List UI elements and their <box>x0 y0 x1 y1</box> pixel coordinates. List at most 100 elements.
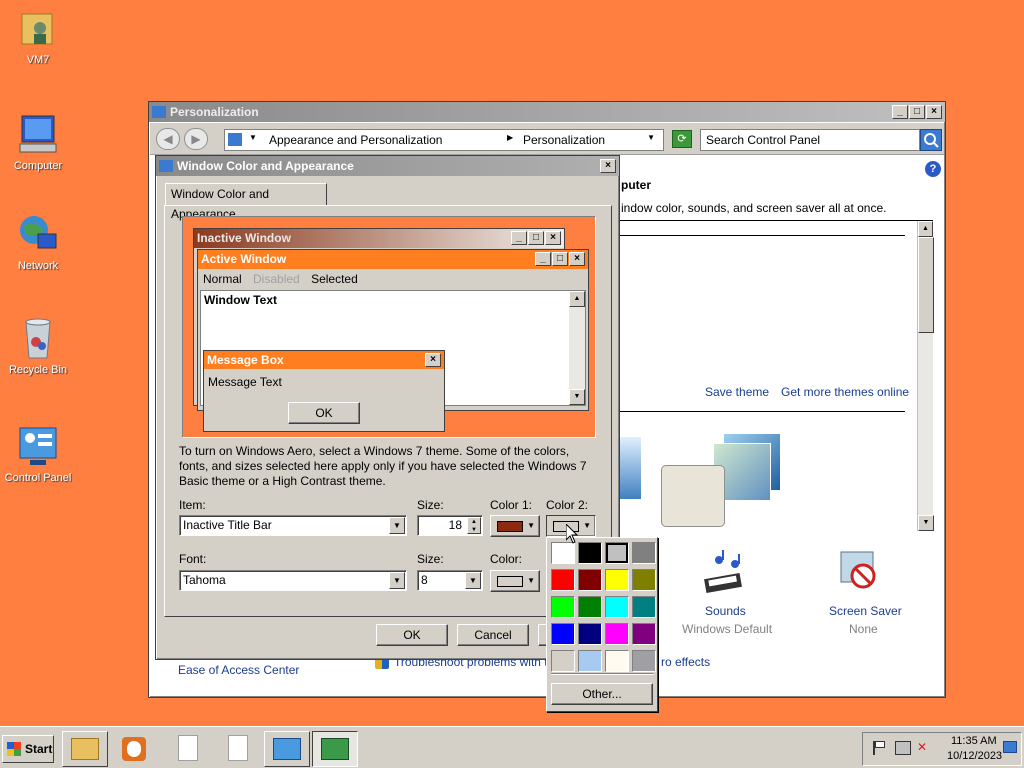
taskbar-media-player[interactable] <box>118 733 150 765</box>
refresh-button[interactable]: ⟳ <box>672 130 692 148</box>
scroll-up-button[interactable]: ▲ <box>918 221 933 237</box>
preview-inactive-titlebar: Inactive Window _ □ × <box>194 229 564 248</box>
screen-saver-icon[interactable] <box>837 550 881 594</box>
address-dropdown-icon[interactable]: ▼ <box>647 133 655 142</box>
dialog-titlebar[interactable]: Window Color and Appearance × <box>156 156 619 176</box>
theme-thumbnail-partial[interactable] <box>619 437 641 499</box>
desktop-icon-network[interactable]: Network <box>2 212 74 272</box>
address-bar[interactable]: ▼ Appearance and Personalization ▶ Perso… <box>224 129 664 151</box>
theme-list-scrollbar[interactable]: ▲ ▼ <box>917 221 934 531</box>
show-desktop-icon[interactable] <box>1003 741 1017 753</box>
ok-button[interactable]: OK <box>376 624 448 646</box>
color-swatch[interactable] <box>578 542 602 564</box>
network-tray-icon[interactable] <box>895 741 911 755</box>
recycle-bin-icon <box>16 316 60 360</box>
search-button[interactable] <box>920 129 942 151</box>
personalization-titlebar[interactable]: Personalization _ □ × <box>149 102 945 122</box>
forward-button[interactable]: ▶ <box>184 128 208 150</box>
preview-active-close: × <box>569 252 585 266</box>
other-colors-button[interactable]: Other... <box>551 683 653 705</box>
close-button[interactable]: × <box>926 105 942 119</box>
item-select[interactable]: Inactive Title Bar ▼ <box>179 515 407 536</box>
color-swatch[interactable] <box>632 569 656 591</box>
font-color-swatch <box>497 576 523 587</box>
color-swatch[interactable] <box>605 623 629 645</box>
color-swatch[interactable] <box>578 569 602 591</box>
maximize-button[interactable]: □ <box>909 105 925 119</box>
color-swatch[interactable] <box>551 596 575 618</box>
desktop-icon-recycle-bin[interactable]: Recycle Bin <box>2 316 74 376</box>
color-swatch[interactable] <box>551 623 575 645</box>
flag-icon[interactable] <box>873 741 887 755</box>
color-swatch[interactable] <box>632 650 656 672</box>
dialog-close-button[interactable]: × <box>600 159 616 173</box>
chevron-down-icon[interactable]: ▼ <box>389 517 405 534</box>
scroll-down-button[interactable]: ▼ <box>918 515 934 531</box>
font-size-select[interactable]: 8 ▼ <box>417 570 483 591</box>
chevron-down-icon: ▼ <box>527 521 535 530</box>
color1-button[interactable]: ▼ <box>490 515 540 537</box>
search-placeholder: Search Control Panel <box>706 133 821 147</box>
aero-effects-link-fragment[interactable]: ro effects <box>661 655 710 669</box>
preview-scrollbar: ▲ ▼ <box>569 291 585 405</box>
get-more-themes-link[interactable]: Get more themes online <box>781 385 909 399</box>
help-icon[interactable]: ? <box>925 161 941 177</box>
control-panel-icon <box>273 738 301 760</box>
color-swatch[interactable] <box>551 569 575 591</box>
taskbar-personalization[interactable] <box>312 731 358 767</box>
color-swatch[interactable] <box>605 596 629 618</box>
taskbar-document-2[interactable] <box>222 733 254 765</box>
color-palette-popup[interactable]: Other... <box>546 537 658 712</box>
color-swatch[interactable] <box>551 542 575 564</box>
scroll-thumb[interactable] <box>918 237 934 333</box>
cancel-button[interactable]: Cancel <box>457 624 529 646</box>
desktop-icon-vm7[interactable]: VM7 <box>2 6 74 66</box>
size-stepper[interactable]: 18 ▲ ▼ <box>417 515 483 536</box>
start-button[interactable]: Start <box>2 735 54 763</box>
selected-theme-thumbnail[interactable] <box>661 465 725 527</box>
search-input[interactable]: Search Control Panel <box>700 129 920 151</box>
sounds-icon[interactable] <box>699 550 747 598</box>
color-swatch[interactable] <box>578 650 602 672</box>
clock-time[interactable]: 11:35 AM <box>951 735 997 747</box>
color-swatch[interactable] <box>632 542 656 564</box>
taskbar-explorer[interactable] <box>62 731 108 767</box>
taskbar-document-1[interactable] <box>172 733 204 765</box>
volume-muted-icon[interactable]: ✕ <box>917 740 933 756</box>
size-stepper-value: 18 <box>448 518 462 532</box>
dialog-tab[interactable]: Window Color and Appearance <box>165 183 327 221</box>
color-swatch[interactable] <box>632 596 656 618</box>
page-description-fragment: indow color, sounds, and screen saver al… <box>621 201 887 215</box>
color-swatch[interactable] <box>605 542 629 564</box>
preview-active-maximize: □ <box>552 252 568 266</box>
breadcrumb-personalization[interactable]: Personalization <box>523 133 605 147</box>
sounds-label[interactable]: Sounds <box>705 604 746 618</box>
appearance-preview[interactable]: Inactive Window _ □ × Active Window _ □ × No… <box>182 216 596 438</box>
back-button[interactable]: ◀ <box>156 128 180 150</box>
chevron-down-icon[interactable]: ▼ <box>389 572 405 589</box>
chevron-down-icon[interactable]: ▼ <box>249 133 257 142</box>
font-select[interactable]: Tahoma ▼ <box>179 570 407 591</box>
chevron-right-icon[interactable]: ▶ <box>507 133 513 142</box>
ease-of-access-link[interactable]: Ease of Access Center <box>178 663 299 677</box>
font-color-button[interactable]: ▼ <box>490 570 540 592</box>
color-swatch[interactable] <box>578 623 602 645</box>
color-swatch[interactable] <box>605 650 629 672</box>
taskbar-control-panel[interactable] <box>264 731 310 767</box>
color-swatch[interactable] <box>551 650 575 672</box>
save-theme-link[interactable]: Save theme <box>705 385 769 399</box>
screen-saver-label[interactable]: Screen Saver <box>829 604 902 618</box>
color-swatch[interactable] <box>578 596 602 618</box>
desktop-icon-control-panel[interactable]: Control Panel <box>2 424 74 484</box>
stepper-arrows[interactable]: ▲ ▼ <box>467 517 481 534</box>
preview-message-box[interactable]: Message Box × Message Text OK <box>203 350 445 432</box>
clock-date[interactable]: 10/12/2023 <box>947 750 1002 762</box>
color-swatch[interactable] <box>605 569 629 591</box>
document-icon <box>178 735 198 761</box>
color-swatch[interactable] <box>632 623 656 645</box>
color1-label: Color 1: <box>490 498 533 512</box>
minimize-button[interactable]: _ <box>892 105 908 119</box>
breadcrumb-appearance[interactable]: Appearance and Personalization <box>269 133 442 147</box>
desktop-icon-computer[interactable]: Computer <box>2 112 74 172</box>
chevron-down-icon[interactable]: ▼ <box>465 572 481 589</box>
